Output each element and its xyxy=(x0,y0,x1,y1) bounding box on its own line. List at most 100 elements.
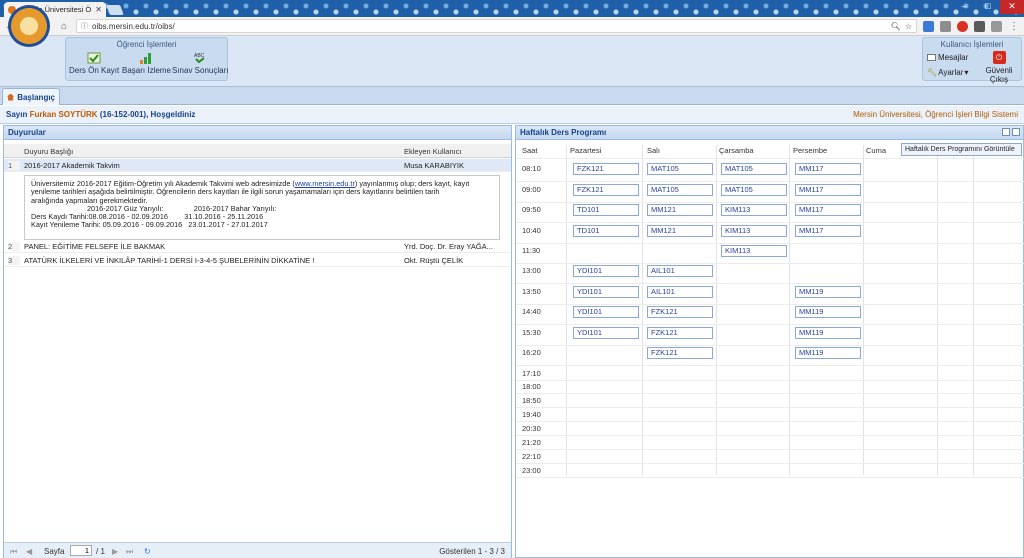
tab-start[interactable]: Başlangıç xyxy=(2,88,60,105)
tab-label: Başlangıç xyxy=(17,92,55,102)
grid-line xyxy=(516,463,1024,464)
grid-line xyxy=(516,435,1024,436)
print-icon[interactable] xyxy=(1002,128,1010,136)
schedule-header: Salı xyxy=(647,146,660,155)
settings-button[interactable]: 🔧︎ Ayarlar ▾ xyxy=(927,68,968,77)
zoom-icon[interactable]: 🔍︎ xyxy=(891,22,901,31)
prev-page-icon[interactable]: ◀ xyxy=(26,547,32,556)
course-cell[interactable]: MM119 xyxy=(795,327,861,339)
time-slot: 15:30 xyxy=(522,328,541,337)
course-cell[interactable]: YDI101 xyxy=(573,306,639,318)
table-row[interactable]: 3 ATATÜRK İLKELERİ VE İNKILÂP TARİHİ-1 D… xyxy=(4,254,511,267)
grid-line xyxy=(516,345,1024,346)
messages-label: Mesajlar xyxy=(938,53,969,62)
page-input[interactable] xyxy=(70,545,92,556)
grid-line xyxy=(516,393,1024,394)
course-cell[interactable]: MM119 xyxy=(795,286,861,298)
menu-icon[interactable]: ⋮ xyxy=(1008,21,1020,32)
close-tab-icon[interactable]: ✕ xyxy=(95,5,102,14)
course-cell[interactable]: MAT105 xyxy=(647,163,713,175)
grid-line xyxy=(516,263,1024,264)
course-cell[interactable]: FZK121 xyxy=(647,306,713,318)
announcement-user: Yrd. Doç. Dr. Eray YAĞA... xyxy=(404,242,493,251)
grid-line xyxy=(516,158,1024,159)
course-cell[interactable]: MM117 xyxy=(795,204,861,216)
home-icon[interactable]: ⌂ xyxy=(58,21,70,32)
extension-icon[interactable] xyxy=(923,20,934,32)
course-cell[interactable]: MM121 xyxy=(647,204,713,216)
course-cell[interactable]: MM117 xyxy=(795,163,861,175)
adblock-icon[interactable] xyxy=(957,20,968,32)
minimize-icon[interactable]: – xyxy=(952,0,976,14)
chevron-down-icon: ▾ xyxy=(964,68,969,77)
course-cell[interactable]: MM119 xyxy=(795,306,861,318)
course-cell[interactable]: MM119 xyxy=(795,347,861,359)
time-slot: 14:40 xyxy=(522,307,541,316)
course-preregistration-button[interactable]: Ders Ön Kayıt xyxy=(69,52,119,75)
maximize-icon[interactable] xyxy=(1012,128,1020,136)
logout-button[interactable]: ⏻ Güvenli Çıkış xyxy=(977,51,1021,84)
course-cell[interactable]: KIM113 xyxy=(721,204,787,216)
course-cell[interactable]: MM117 xyxy=(795,225,861,237)
time-slot: 08:10 xyxy=(522,164,541,173)
first-page-icon[interactable]: ⏮ xyxy=(10,547,17,557)
time-slot: 22:10 xyxy=(522,452,541,461)
time-slot: 19:40 xyxy=(522,410,541,419)
home-icon xyxy=(7,93,15,101)
last-page-icon[interactable]: ⏭ xyxy=(126,547,133,557)
extension-icon[interactable] xyxy=(940,20,951,32)
url-text: oibs.mersin.edu.tr/oibs/ xyxy=(92,21,175,31)
course-cell[interactable]: AIL101 xyxy=(647,286,713,298)
address-bar[interactable]: ⓘ oibs.mersin.edu.tr/oibs/ 🔍︎ ☆ xyxy=(76,19,917,33)
course-cell[interactable]: FZK121 xyxy=(573,184,639,196)
time-slot: 11:30 xyxy=(522,246,541,255)
logout-label: Güvenli Çıkış xyxy=(985,66,1013,84)
button-label: Sınav Sonuçları xyxy=(172,66,229,75)
page-info-icon[interactable]: ⓘ xyxy=(81,21,88,31)
refresh-icon[interactable]: ↻ xyxy=(144,547,151,556)
student-operations-group: Öğrenci İşlemleri Ders Ön Kayıt Başarı İ… xyxy=(65,37,228,81)
course-cell[interactable]: MM117 xyxy=(795,184,861,196)
group-title: Öğrenci İşlemleri xyxy=(116,40,177,49)
next-page-icon[interactable]: ▶ xyxy=(112,547,118,556)
course-cell[interactable]: FZK121 xyxy=(647,347,713,359)
maximize-icon[interactable]: □ xyxy=(976,0,1000,14)
schedule-header: Çarsamba xyxy=(719,146,754,155)
course-cell[interactable]: YDI101 xyxy=(573,265,639,277)
messages-button[interactable]: Mesajlar xyxy=(927,53,968,62)
row-number: 3 xyxy=(8,256,20,265)
table-row[interactable]: 2 PANEL: EĞİTİME FELSEFE İLE BAKMAK Yrd.… xyxy=(4,240,511,253)
course-cell[interactable]: FZK121 xyxy=(573,163,639,175)
close-window-icon[interactable]: ✕ xyxy=(1000,0,1024,14)
course-cell[interactable]: MM121 xyxy=(647,225,713,237)
panel-title: Duyurular xyxy=(4,126,511,140)
detail-text: Kayıt Yenileme Tarihi: 05.09.2016 - 09.0… xyxy=(31,220,268,230)
course-cell[interactable]: MAT105 xyxy=(721,184,787,196)
bookmark-star-icon[interactable]: ☆ xyxy=(905,22,912,31)
course-cell[interactable]: MAT105 xyxy=(647,184,713,196)
course-cell[interactable]: MAT105 xyxy=(721,163,787,175)
grid-line xyxy=(516,365,1024,366)
time-slot: 13:50 xyxy=(522,287,541,296)
course-cell[interactable]: TD101 xyxy=(573,225,639,237)
course-cell[interactable]: YDI101 xyxy=(573,327,639,339)
browser-tabstrip xyxy=(0,0,1024,17)
column-user[interactable]: Ekleyen Kullanıcı xyxy=(404,147,462,156)
course-cell[interactable]: KIM113 xyxy=(721,225,787,237)
table-row[interactable]: 1 2016-2017 Akademik Takvim Musa KARABIY… xyxy=(4,159,511,172)
course-cell[interactable]: YDI101 xyxy=(573,286,639,298)
column-title[interactable]: Duyuru Başlığı xyxy=(24,147,73,156)
announcement-title: PANEL: EĞİTİME FELSEFE İLE BAKMAK xyxy=(24,242,166,251)
schedule-header: Cuma xyxy=(866,146,887,155)
course-cell[interactable]: TD101 xyxy=(573,204,639,216)
extension-icon[interactable] xyxy=(991,20,1002,32)
success-tracking-button[interactable]: Başarı İzleme xyxy=(122,52,171,75)
course-cell[interactable]: FZK121 xyxy=(647,327,713,339)
time-slot: 09:50 xyxy=(522,205,541,214)
time-slot: 21:20 xyxy=(522,438,541,447)
announcement-title: 2016-2017 Akademik Takvim xyxy=(24,161,120,170)
course-cell[interactable]: AIL101 xyxy=(647,265,713,277)
extension-icon[interactable] xyxy=(974,20,985,32)
exam-results-button[interactable]: ABC Sınav Sonuçları xyxy=(172,52,228,75)
course-cell[interactable]: KIM113 xyxy=(721,245,787,257)
